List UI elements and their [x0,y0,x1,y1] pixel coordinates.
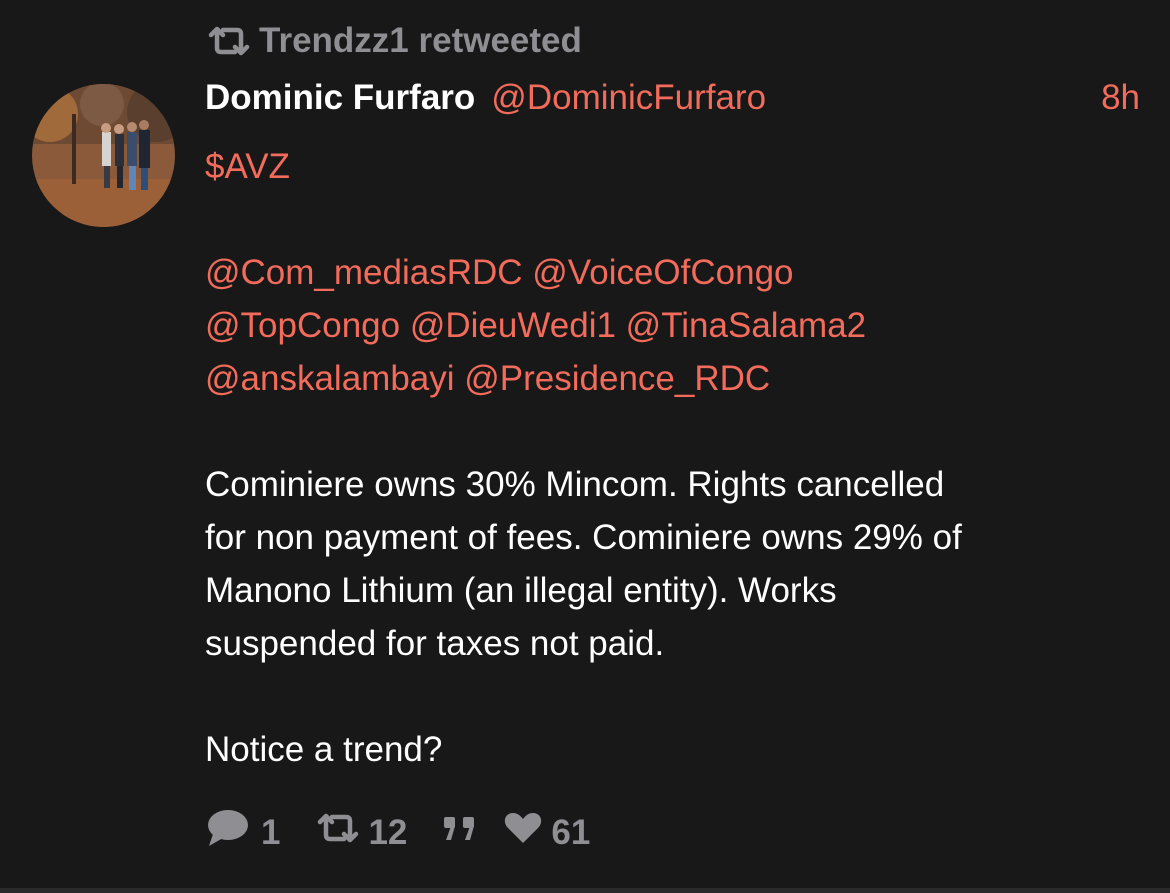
tweet-body: $AVZ @Com_mediasRDC @VoiceOfCongo @TopCo… [205,140,1140,776]
avatar[interactable] [32,84,175,227]
closing-line: Notice a trend? [205,730,443,769]
tweet-header: Dominic Furfaro @DominicFurfaro 8h [205,78,1140,128]
retweet-context: Trendzz1 retweeted [205,18,582,64]
heart-icon [503,811,543,854]
retweet-icon [205,24,253,58]
mentions-line-2: @TopCongo @DieuWedi1 @TinaSalama2 [205,299,1140,352]
mention[interactable]: @TopCongo [205,306,400,345]
reply-count: 1 [261,812,281,852]
retweeted-by-label[interactable]: Trendzz1 retweeted [259,18,582,64]
quote-button[interactable] [441,813,479,853]
quote-icon [441,813,479,853]
body-line: Manono Lithium (an illegal entity). Work… [205,571,837,610]
like-count: 61 [551,812,591,852]
mention[interactable]: @Presidence_RDC [464,359,770,398]
reply-icon [205,808,251,857]
mentions-line-3: @anskalambayi @Presidence_RDC [205,352,1140,405]
user-handle[interactable]: @DominicFurfaro [491,78,766,118]
body-line: Cominiere owns 30% Mincom. Rights cancel… [205,465,945,504]
body-line: suspended for taxes not paid. [205,624,665,663]
like-button[interactable]: 61 [503,811,590,854]
retweet-icon [314,811,362,854]
tweet-card[interactable]: Trendzz1 retweeted Dominic Furfaro @Domi… [0,0,1170,888]
cashtag[interactable]: $AVZ [205,147,290,186]
display-name[interactable]: Dominic Furfaro [205,78,475,118]
reply-button[interactable]: 1 [205,808,280,857]
mention[interactable]: @Com_mediasRDC [205,253,523,292]
timestamp[interactable]: 8h [1101,78,1140,118]
mention[interactable]: @anskalambayi [205,359,455,398]
mention[interactable]: @TinaSalama2 [626,306,866,345]
divider [0,888,1170,893]
action-bar: 1 12 61 [205,808,590,857]
mention[interactable]: @VoiceOfCongo [532,253,793,292]
retweet-button[interactable]: 12 [314,811,407,854]
mention[interactable]: @DieuWedi1 [410,306,616,345]
retweet-count: 12 [368,812,408,852]
body-line: for non payment of fees. Cominiere owns … [205,518,962,557]
mentions-line-1: @Com_mediasRDC @VoiceOfCongo [205,246,1140,299]
